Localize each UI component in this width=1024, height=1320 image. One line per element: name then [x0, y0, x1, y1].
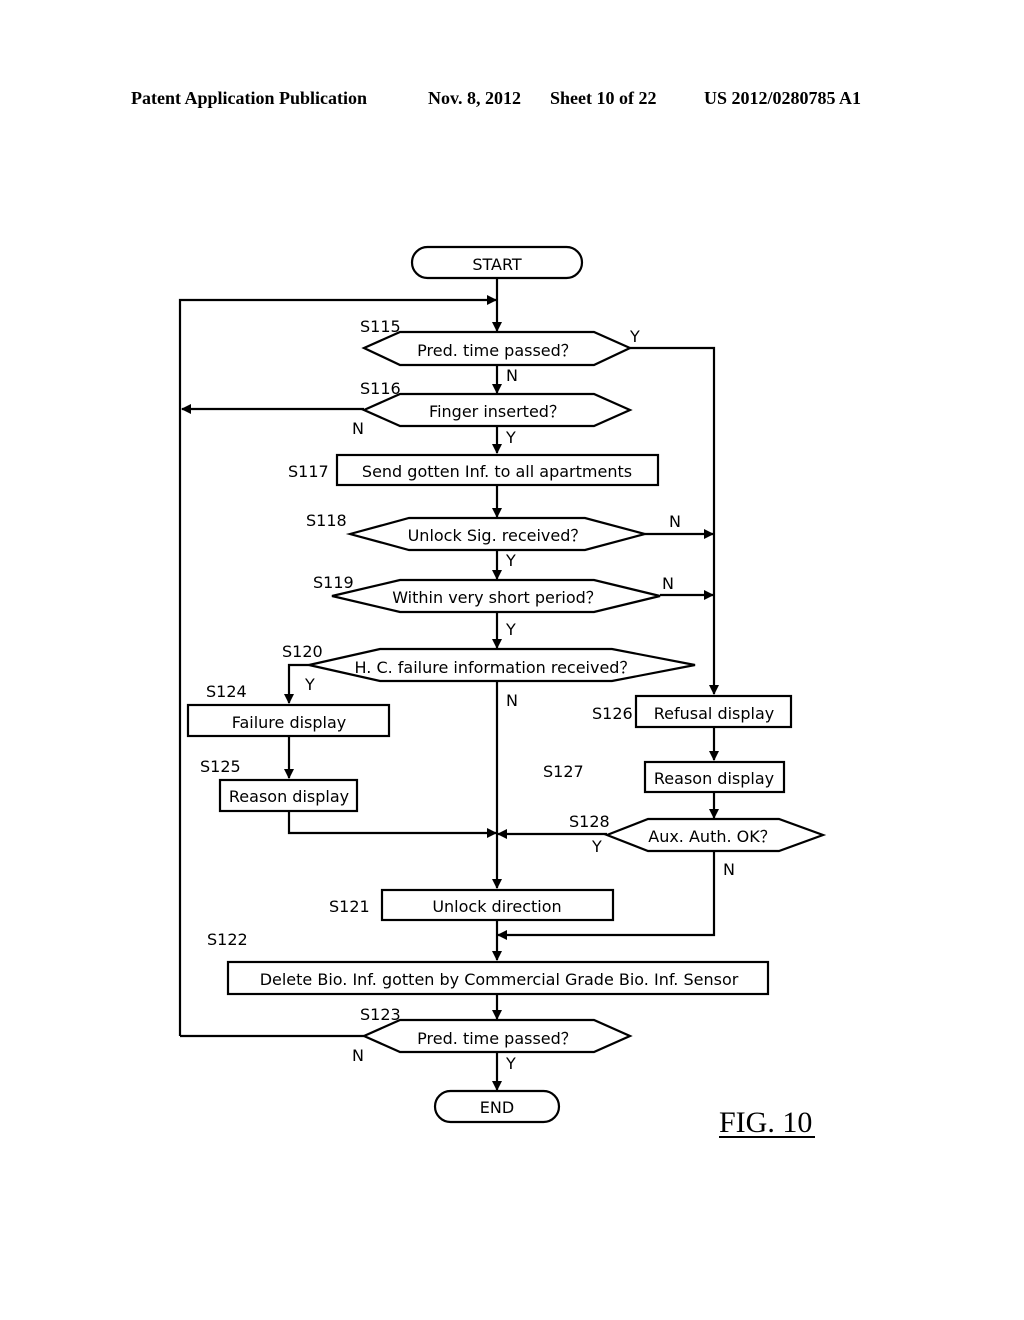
decision-s123: Pred. time passed？ S123 N Y	[352, 1005, 633, 1073]
figure-label: FIG. 10	[719, 1106, 812, 1139]
process-s117: Send gotten Inf. to all apartments S117	[288, 453, 660, 487]
s117-text: Send gotten Inf. to all apartments	[362, 462, 632, 481]
figure-caption: FIG. 10	[719, 1106, 815, 1139]
s124-id: S124	[206, 682, 247, 701]
s116-no-label: N	[352, 419, 364, 438]
s126-text: Refusal display	[654, 704, 775, 723]
s122-text: Delete Bio. Inf. gotten by Commercial Gr…	[260, 970, 739, 989]
s119-text: Within very short period？	[392, 588, 602, 607]
s115-yes-label: Y	[629, 327, 640, 346]
s118-no-label: N	[669, 512, 681, 531]
process-s121: Unlock direction S121	[329, 888, 615, 922]
s118-id: S118	[306, 511, 347, 530]
s123-no-label: N	[352, 1046, 364, 1065]
s125-id: S125	[200, 757, 241, 776]
process-s126: Refusal display S126	[592, 694, 793, 729]
decision-s118: Unlock Sig. received？ S118 N Y	[306, 511, 681, 570]
s119-yes-label: Y	[505, 620, 516, 639]
s119-id: S119	[313, 573, 354, 592]
s116-yes-label: Y	[505, 428, 516, 447]
process-s122: Delete Bio. Inf. gotten by Commercial Gr…	[207, 930, 770, 996]
s118-text: Unlock Sig. received？	[408, 526, 587, 545]
s115-id: S115	[360, 317, 401, 336]
s116-id: S116	[360, 379, 401, 398]
s122-id: S122	[207, 930, 248, 949]
s121-id: S121	[329, 897, 370, 916]
decision-s119: Within very short period？ S119 N Y	[313, 573, 674, 639]
s118-yes-label: Y	[505, 551, 516, 570]
process-s125: Reason display S125	[200, 757, 359, 813]
process-s127: Reason display S127	[543, 760, 786, 794]
decision-s115: Pred. time passed？ S115 N Y	[360, 317, 640, 385]
s120-text: H. C. failure information received？	[355, 658, 636, 677]
end-label: END	[480, 1098, 514, 1117]
s116-text: Finger inserted？	[429, 402, 565, 421]
s115-no-label: N	[506, 366, 518, 385]
start-label: START	[472, 255, 522, 274]
end-terminal: END	[433, 1089, 561, 1124]
s128-no-label: N	[723, 860, 735, 879]
s115-text: Pred. time passed？	[417, 341, 577, 360]
s127-text: Reason display	[654, 769, 774, 788]
s119-no-label: N	[662, 574, 674, 593]
s117-id: S117	[288, 462, 329, 481]
s128-text: Aux. Auth. OK？	[648, 827, 776, 846]
decision-s116: Finger inserted？ S116 N Y	[352, 379, 633, 447]
decision-s128: Aux. Auth. OK？ S128 Y N	[569, 812, 827, 879]
s120-yes-label: Y	[304, 675, 315, 694]
edge-s125-merge	[287, 811, 497, 838]
s127-id: S127	[543, 762, 584, 781]
decision-s120: H. C. failure information received？ S120…	[282, 642, 696, 710]
s126-id: S126	[592, 704, 633, 723]
s125-text: Reason display	[229, 787, 349, 806]
s123-id: S123	[360, 1005, 401, 1024]
flowchart: START Pred. time passed？ S115 N Y Finger…	[178, 245, 827, 1139]
s124-text: Failure display	[232, 713, 347, 732]
s123-yes-label: Y	[505, 1054, 516, 1073]
s128-id: S128	[569, 812, 610, 831]
s128-yes-label: Y	[591, 837, 602, 856]
s123-text: Pred. time passed？	[417, 1029, 577, 1048]
start-terminal: START	[410, 245, 584, 280]
s121-text: Unlock direction	[432, 897, 561, 916]
s120-id: S120	[282, 642, 323, 661]
s120-no-label: N	[506, 691, 518, 710]
